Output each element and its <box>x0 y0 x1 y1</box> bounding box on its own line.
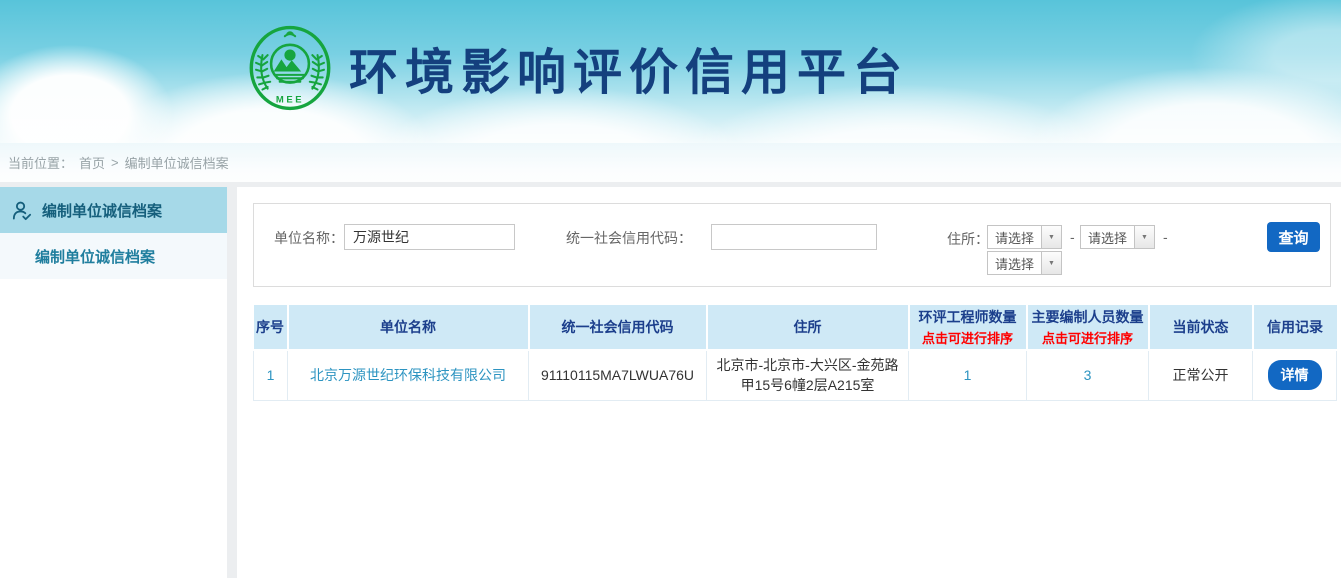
engineer-count-link[interactable]: 1 <box>964 367 972 383</box>
col-engineer-count[interactable]: 环评工程师数量 点击可进行排序 <box>909 305 1027 350</box>
breadcrumb-label: 当前位置： <box>8 153 73 172</box>
site-header: MEE 环境影响评价信用平台 <box>0 0 1341 143</box>
col-company: 单位名称 <box>288 305 529 350</box>
chevron-down-icon: ▼ <box>1041 252 1061 274</box>
sidebar-item-label: 编制单位诚信档案 <box>42 200 162 221</box>
mee-logo-icon: MEE <box>247 24 333 112</box>
breadcrumb-home[interactable]: 首页 <box>79 153 105 172</box>
cell-company: 北京万源世纪环保科技有限公司 <box>288 350 529 400</box>
city-select[interactable]: 请选择 ▼ <box>1080 225 1155 249</box>
col-credit-record: 信用记录 <box>1253 305 1337 350</box>
cell-status: 正常公开 <box>1149 350 1253 400</box>
unit-name-label: 单位名称： <box>274 225 344 251</box>
results-table: 序号 单位名称 统一社会信用代码 住所 环评工程师数量 点击可进行排序 主要编制… <box>253 305 1337 401</box>
brand: MEE 环境影响评价信用平台 <box>247 24 909 112</box>
col-index: 序号 <box>254 305 288 350</box>
chevron-down-icon: ▼ <box>1134 226 1154 248</box>
breadcrumb-current[interactable]: 编制单位诚信档案 <box>125 153 229 172</box>
district-select-value: 请选择 <box>988 254 1041 273</box>
breadcrumb: 当前位置： 首页 > 编制单位诚信档案 <box>0 143 1341 182</box>
table-row: 1 北京万源世纪环保科技有限公司 91110115MA7LWUA76U 北京市-… <box>254 350 1337 400</box>
col-editor-count-label: 主要编制人员数量 <box>1030 307 1146 327</box>
col-address: 住所 <box>707 305 909 350</box>
page-layout: 编制单位诚信档案 编制单位诚信档案 单位名称： 统一社会信用代码： 住所： 请选… <box>0 182 1341 578</box>
sidebar-subitem-unit-archive[interactable]: 编制单位诚信档案 <box>0 233 227 279</box>
main-content: 单位名称： 统一社会信用代码： 住所： 请选择 ▼ - 请选择 ▼ - 请选择 … <box>237 187 1341 578</box>
cell-credit-record: 详情 <box>1253 350 1337 400</box>
chevron-down-icon: ▼ <box>1041 226 1061 248</box>
cell-address: 北京市-北京市-大兴区-金苑路甲15号6幢2层A215室 <box>707 350 909 400</box>
engineer-sort-hint[interactable]: 点击可进行排序 <box>912 328 1024 347</box>
cell-engineer-count: 1 <box>909 350 1027 400</box>
cell-credit-code: 91110115MA7LWUA76U <box>529 350 707 400</box>
credit-code-input[interactable] <box>711 224 877 250</box>
col-editor-count[interactable]: 主要编制人员数量 点击可进行排序 <box>1027 305 1149 350</box>
detail-button[interactable]: 详情 <box>1268 360 1322 390</box>
sidebar-item-unit-archive[interactable]: 编制单位诚信档案 <box>0 187 227 233</box>
col-credit-code: 统一社会信用代码 <box>529 305 707 350</box>
address-dash-1: - <box>1070 225 1075 249</box>
col-engineer-count-label: 环评工程师数量 <box>912 307 1024 327</box>
site-title: 环境影响评价信用平台 <box>349 33 909 104</box>
company-link[interactable]: 北京万源世纪环保科技有限公司 <box>310 367 506 383</box>
district-select[interactable]: 请选择 ▼ <box>987 251 1062 275</box>
province-select[interactable]: 请选择 ▼ <box>987 225 1062 249</box>
cell-editor-count: 3 <box>1027 350 1149 400</box>
unit-name-input[interactable] <box>344 224 515 250</box>
user-check-icon <box>10 199 33 222</box>
breadcrumb-separator: > <box>111 155 119 170</box>
query-button[interactable]: 查询 <box>1267 222 1320 252</box>
mee-logo-text: MEE <box>276 94 304 105</box>
address-dash-2: - <box>1163 225 1168 249</box>
sidebar-subitem-label: 编制单位诚信档案 <box>35 246 155 267</box>
editor-count-link[interactable]: 3 <box>1084 367 1092 383</box>
search-panel: 单位名称： 统一社会信用代码： 住所： 请选择 ▼ - 请选择 ▼ - 请选择 … <box>253 203 1331 287</box>
table-header-row: 序号 单位名称 统一社会信用代码 住所 环评工程师数量 点击可进行排序 主要编制… <box>254 305 1337 350</box>
editor-sort-hint[interactable]: 点击可进行排序 <box>1030 328 1146 347</box>
cell-index: 1 <box>254 350 288 400</box>
province-select-value: 请选择 <box>988 228 1041 247</box>
col-status: 当前状态 <box>1149 305 1253 350</box>
row-index: 1 <box>267 367 275 383</box>
city-select-value: 请选择 <box>1081 228 1134 247</box>
sidebar: 编制单位诚信档案 编制单位诚信档案 <box>0 187 227 578</box>
address-label: 住所： <box>947 226 989 252</box>
credit-code-label: 统一社会信用代码： <box>566 225 692 251</box>
